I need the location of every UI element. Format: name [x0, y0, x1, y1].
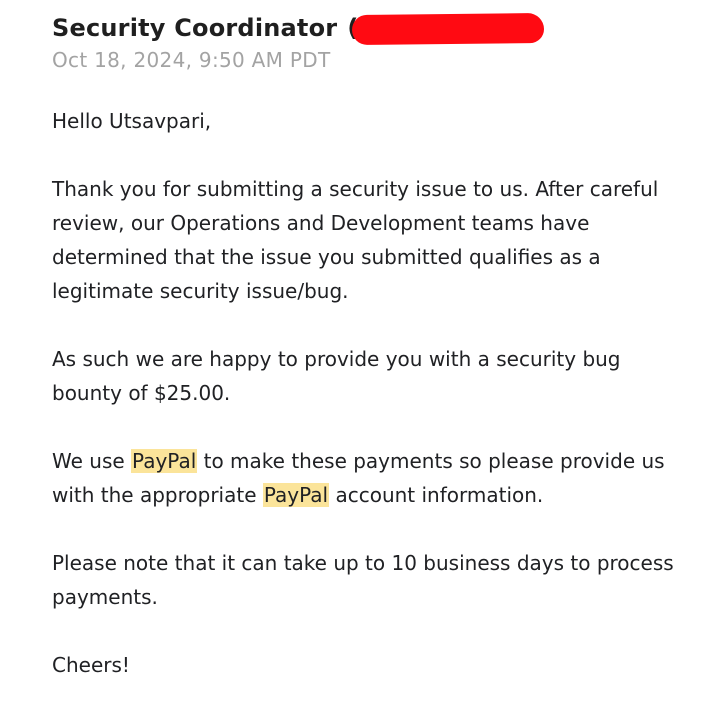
- body-paragraph-3: We use PayPal to make these payments so …: [52, 444, 682, 512]
- paypal-highlight-2: PayPal: [262, 483, 330, 507]
- paypal-highlight-1: PayPal: [131, 449, 198, 473]
- paragraph-3-text-1: We use: [52, 449, 132, 473]
- email-timestamp: Oct 18, 2024, 9:50 AM PDT: [52, 48, 331, 72]
- redaction-mark: [351, 12, 545, 46]
- body-paragraph-2: As such we are happy to provide you with…: [52, 347, 621, 405]
- greeting: Hello Utsavpari,: [52, 109, 212, 133]
- body-paragraph-1: Thank you for submitting a security issu…: [52, 177, 659, 303]
- paragraph-3-text-3: account information.: [329, 483, 544, 507]
- sender-name[interactable]: Security Coordinator: [52, 14, 337, 42]
- sender-row: Security Coordinator (: [52, 10, 545, 46]
- body-paragraph-4: Please note that it can take up to 10 bu…: [52, 551, 674, 609]
- email-body: Hello Utsavpari, Thank you for submittin…: [52, 104, 682, 716]
- email-view: Security Coordinator ( Oct 18, 2024, 9:5…: [0, 0, 720, 720]
- sign-off: Cheers!: [52, 653, 130, 677]
